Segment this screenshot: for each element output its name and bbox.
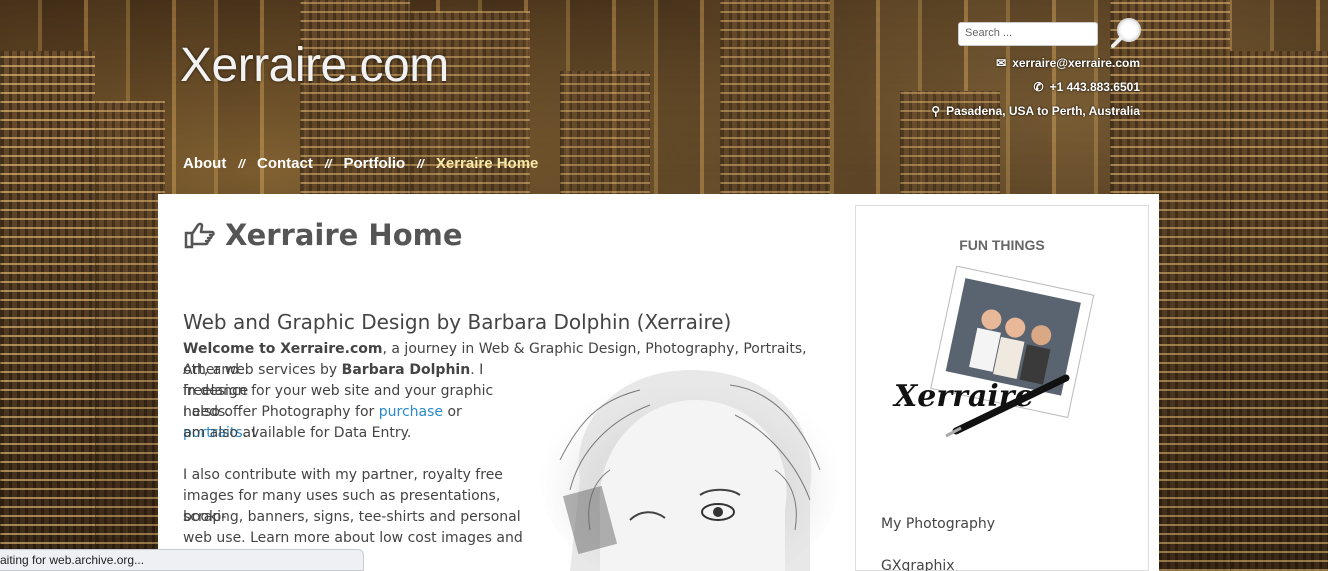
- map-marker-icon: ⚲: [931, 104, 941, 118]
- search-input[interactable]: Search ...: [958, 22, 1098, 46]
- phone-line: ✆ +1 443.883.6501: [1034, 80, 1140, 94]
- nav-separator: //: [417, 156, 424, 171]
- xerraire-logo-image[interactable]: Xerraire: [886, 265, 1116, 446]
- nav-item-home[interactable]: Xerraire Home: [436, 155, 539, 172]
- email-text[interactable]: xerraire@xerraire.com: [1012, 56, 1140, 70]
- main-nav: About // Contact // Portfolio // Xerrair…: [183, 155, 538, 172]
- phone-icon: ✆: [1033, 80, 1044, 94]
- nav-separator: //: [238, 156, 245, 171]
- page-title-text: Xerraire Home: [225, 218, 463, 252]
- para2-line-4: web use. Learn more about low cost image…: [183, 530, 523, 546]
- logo-signature: Xerraire: [892, 379, 1034, 414]
- thumbs-up-pointing-icon: [184, 222, 215, 249]
- author-name: Barbara Dolphin: [341, 362, 471, 378]
- welcome-text: Welcome to Xerraire.com: [183, 341, 383, 357]
- browser-status-bar: aiting for web.archive.org...: [0, 549, 364, 571]
- site-title[interactable]: Xerraire.com: [180, 38, 449, 93]
- search-button[interactable]: [1110, 16, 1144, 50]
- intro-line-5: am also available for Data Entry.: [183, 425, 412, 441]
- location-line: ⚲ Pasadena, USA to Perth, Australia: [931, 104, 1140, 118]
- intro-subheading: Web and Graphic Design by Barbara Dolphi…: [183, 310, 732, 334]
- sidebar-link-gxgraphix[interactable]: GXgraphix: [881, 558, 955, 571]
- intro-text: I also offer Photography for: [183, 404, 379, 420]
- intro-text: other web services by: [183, 362, 342, 378]
- sketch-portrait-image: [540, 360, 840, 571]
- email-line[interactable]: ✉ xerraire@xerraire.com: [996, 56, 1140, 70]
- nav-separator: //: [324, 156, 332, 171]
- nav-item-about[interactable]: About: [183, 155, 226, 172]
- sidebar-title: FUN THINGS: [959, 237, 1045, 253]
- location-text: Pasadena, USA to Perth, Australia: [946, 104, 1140, 118]
- para2-line-3: booking, banners, signs, tee-shirts and …: [183, 509, 521, 525]
- para2-line-1: I also contribute with my partner, royal…: [183, 467, 503, 483]
- phone-text: +1 443.883.6501: [1049, 80, 1140, 94]
- purchase-link[interactable]: purchase: [379, 404, 443, 420]
- sidebar-link-my-photography[interactable]: My Photography: [881, 516, 995, 532]
- intro-text: or: [443, 404, 462, 420]
- search-icon: [1111, 18, 1141, 48]
- nav-item-portfolio[interactable]: Portfolio: [344, 155, 406, 172]
- envelope-icon: ✉: [996, 56, 1007, 70]
- sidebar-widget: FUN THINGS Xerraire My Photography GXgra…: [855, 205, 1149, 571]
- page-title: Xerraire Home: [183, 218, 463, 252]
- nav-item-contact[interactable]: Contact: [257, 155, 313, 172]
